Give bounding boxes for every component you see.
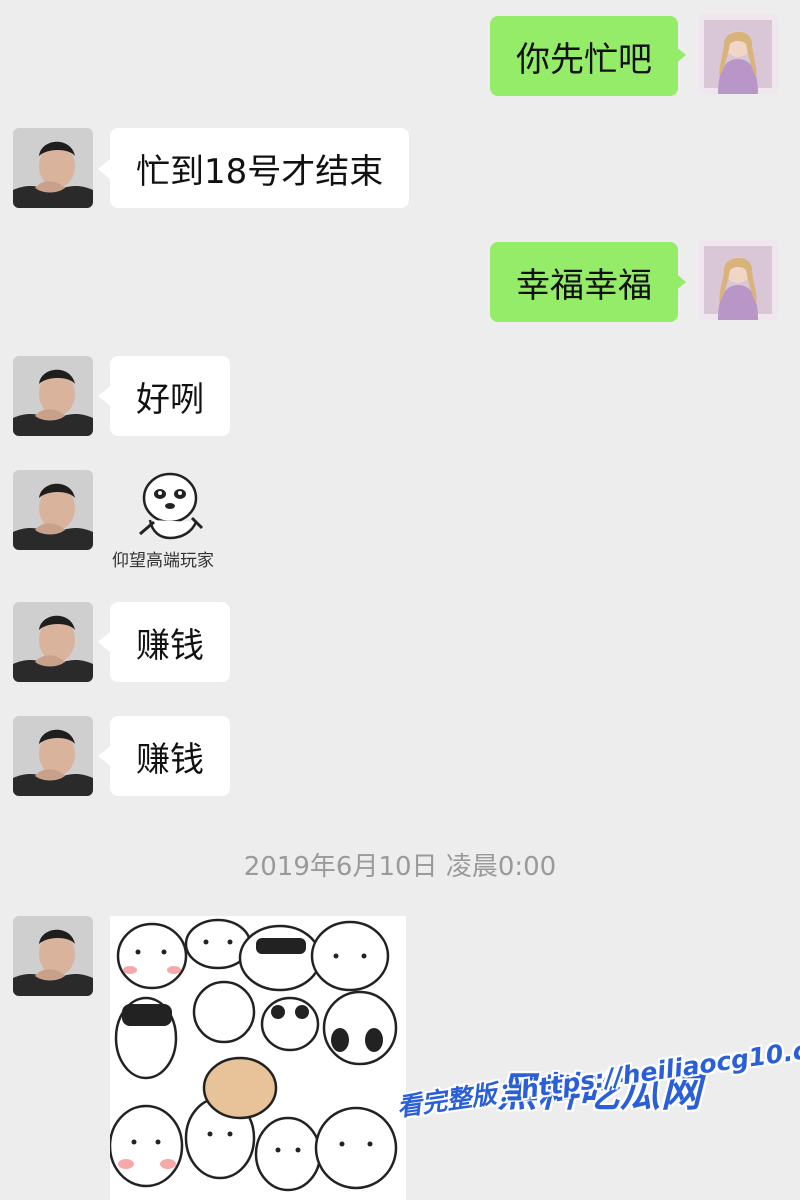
sticker-caption: 仰望高端玩家 xyxy=(112,551,214,571)
bubble-tail xyxy=(98,159,110,179)
message-text: 幸福幸福 xyxy=(516,265,652,306)
message-text: 赚钱 xyxy=(136,739,204,780)
message-bubble-received[interactable]: 好咧 xyxy=(110,356,230,436)
man-avatar-icon[interactable] xyxy=(13,356,93,436)
woman-avatar-icon[interactable] xyxy=(698,240,778,320)
bubble-tail xyxy=(98,746,110,766)
message-text: 好咧 xyxy=(136,379,204,420)
bubble-tail xyxy=(98,632,110,652)
chat-timestamp: 2019年6月10日 凌晨0:00 xyxy=(243,852,557,882)
man-avatar-icon[interactable] xyxy=(13,470,93,550)
message-bubble-sent[interactable]: 幸福幸福 xyxy=(490,242,678,322)
message-bubble-received[interactable]: 忙到18号才结束 xyxy=(110,128,410,208)
woman-avatar-icon[interactable] xyxy=(698,14,778,94)
bubble-tail xyxy=(674,45,686,65)
message-text: 你先忙吧 xyxy=(516,39,652,80)
man-avatar-icon[interactable] xyxy=(13,128,93,208)
message-text: 赚钱 xyxy=(136,625,204,666)
message-text: 忙到18号才结束 xyxy=(136,151,384,192)
bubble-tail xyxy=(674,272,686,292)
message-bubble-received[interactable]: 赚钱 xyxy=(110,602,230,682)
bubble-tail xyxy=(98,386,110,406)
meme-collage-image[interactable] xyxy=(110,916,406,1200)
man-avatar-icon[interactable] xyxy=(13,602,93,682)
panda-sticker-icon[interactable] xyxy=(130,470,216,542)
man-avatar-icon[interactable] xyxy=(13,916,93,996)
message-bubble-received[interactable]: 赚钱 xyxy=(110,716,230,796)
message-bubble-sent[interactable]: 你先忙吧 xyxy=(490,16,678,96)
man-avatar-icon[interactable] xyxy=(13,716,93,796)
